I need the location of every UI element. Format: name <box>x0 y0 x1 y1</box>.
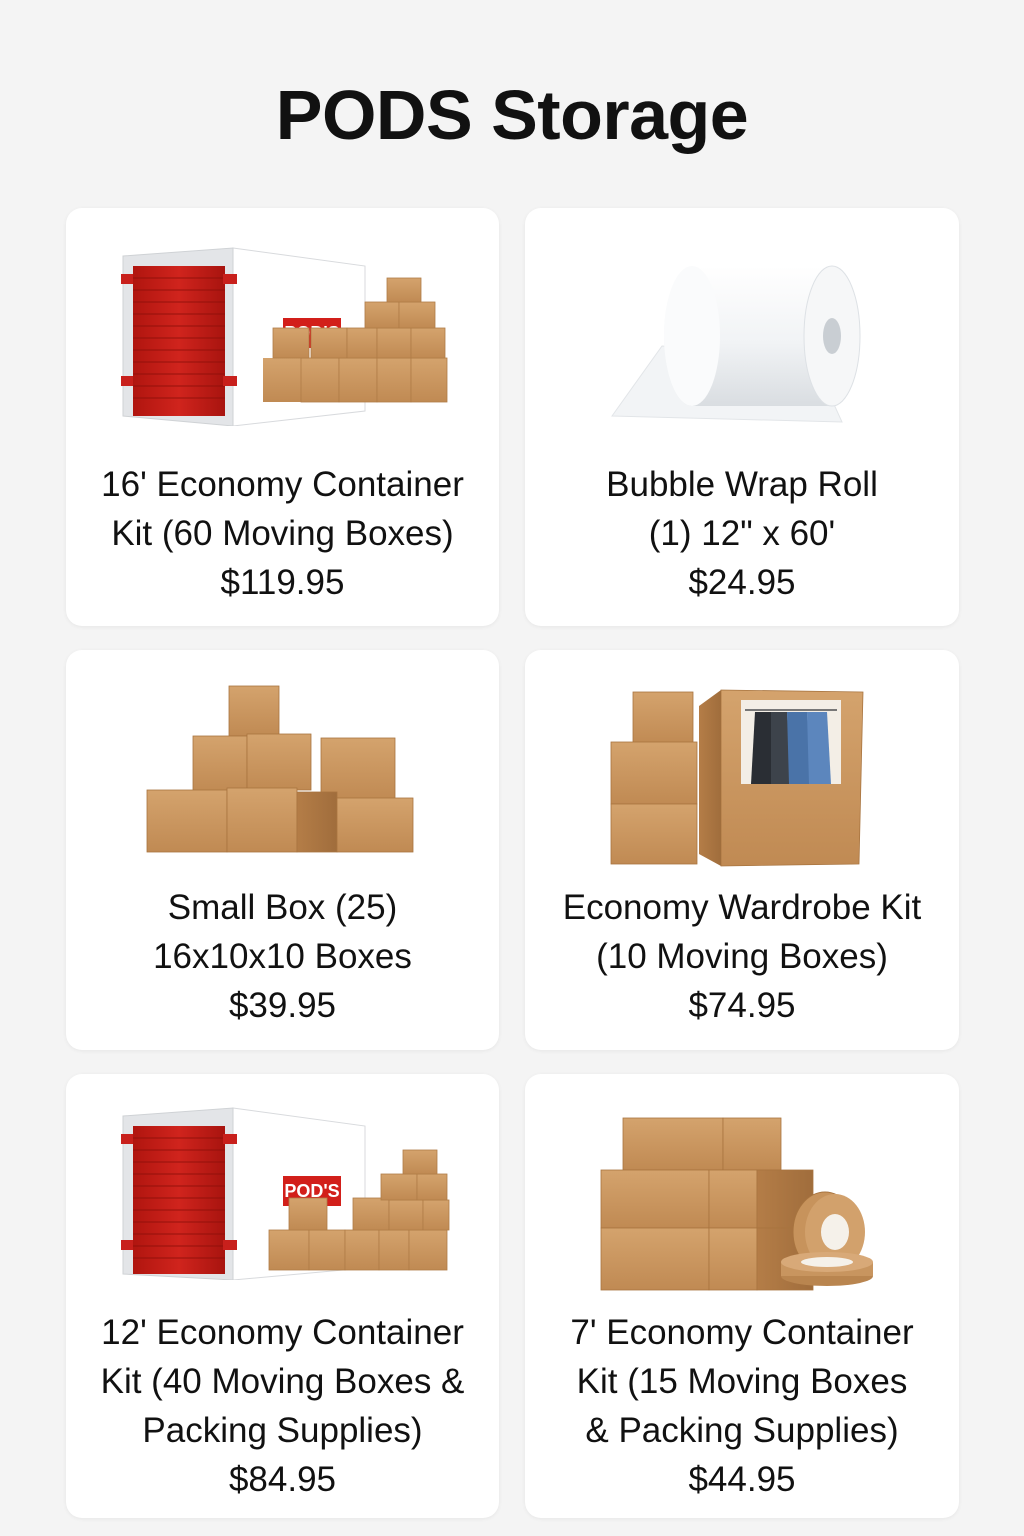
product-name-line: Kit (60 Moving Boxes) <box>111 514 454 553</box>
product-name-line: Economy Wardrobe Kit <box>562 888 922 927</box>
container-with-boxes-image: POD'S <box>66 1100 499 1315</box>
product-card[interactable]: Small Box (25) 16x10x10 Boxes $39.95 <box>66 650 499 1050</box>
product-text: Small Box (25) 16x10x10 Boxes $39.95 <box>76 883 489 1029</box>
product-name-line: Kit (40 Moving Boxes & <box>100 1362 465 1401</box>
product-card[interactable]: Bubble Wrap Roll (1) 12" x 60' $24.95 <box>525 208 959 626</box>
product-price: $119.95 <box>220 563 345 602</box>
product-card[interactable]: POD'S 12' Economy Container Kit (40 Movi… <box>66 1074 499 1518</box>
container-illustration: POD'S <box>120 1107 449 1280</box>
product-price: $39.95 <box>228 986 337 1025</box>
product-text: 12' Economy Container Kit (40 Moving Box… <box>76 1308 489 1503</box>
product-name-line: (1) 12" x 60' <box>648 514 836 553</box>
product-price: $74.95 <box>688 986 796 1025</box>
container-with-boxes-image: POD'S <box>66 226 499 441</box>
product-name-line: Bubble Wrap Roll <box>606 465 878 504</box>
box-stack-image <box>66 680 499 895</box>
wardrobe-box-illustration <box>610 689 864 867</box>
product-text: 16' Economy Container Kit (60 Moving Box… <box>76 460 489 606</box>
product-name-line: 16x10x10 Boxes <box>153 937 412 976</box>
boxes-with-tape-illustration <box>600 1117 873 1291</box>
container-illustration: POD'S <box>120 247 447 426</box>
wardrobe-box-image <box>525 686 959 901</box>
product-name-line: 7' Economy Container <box>570 1313 914 1352</box>
product-name-line: Kit (15 Moving Boxes <box>576 1362 908 1401</box>
bubble-wrap-roll-image <box>525 226 959 441</box>
product-name-line: Small Box (25) <box>167 888 398 927</box>
product-price: $84.95 <box>228 1460 337 1499</box>
product-price: $24.95 <box>688 563 796 602</box>
product-card[interactable]: POD'S 16' Economy Container Kit (60 Movi… <box>66 208 499 626</box>
product-card[interactable]: Economy Wardrobe Kit (10 Moving Boxes) $… <box>525 650 959 1050</box>
product-price: $44.95 <box>688 1460 796 1499</box>
page-title: PODS Storage <box>275 76 749 154</box>
product-name-line: 16' Economy Container <box>101 465 464 504</box>
product-text: Economy Wardrobe Kit (10 Moving Boxes) $… <box>535 883 949 1029</box>
product-card[interactable]: 7' Economy Container Kit (15 Moving Boxe… <box>525 1074 959 1518</box>
product-name-line: Packing Supplies) <box>142 1411 423 1450</box>
boxes-with-tape-image <box>525 1114 959 1329</box>
product-name-line: & Packing Supplies) <box>585 1411 899 1450</box>
product-text: Bubble Wrap Roll (1) 12" x 60' $24.95 <box>535 460 949 606</box>
bubble-wrap-illustration <box>611 265 861 423</box>
box-stack-illustration <box>146 685 413 853</box>
product-name-line: (10 Moving Boxes) <box>596 937 888 976</box>
product-text: 7' Economy Container Kit (15 Moving Boxe… <box>535 1308 949 1503</box>
product-name-line: 12' Economy Container <box>101 1313 464 1352</box>
